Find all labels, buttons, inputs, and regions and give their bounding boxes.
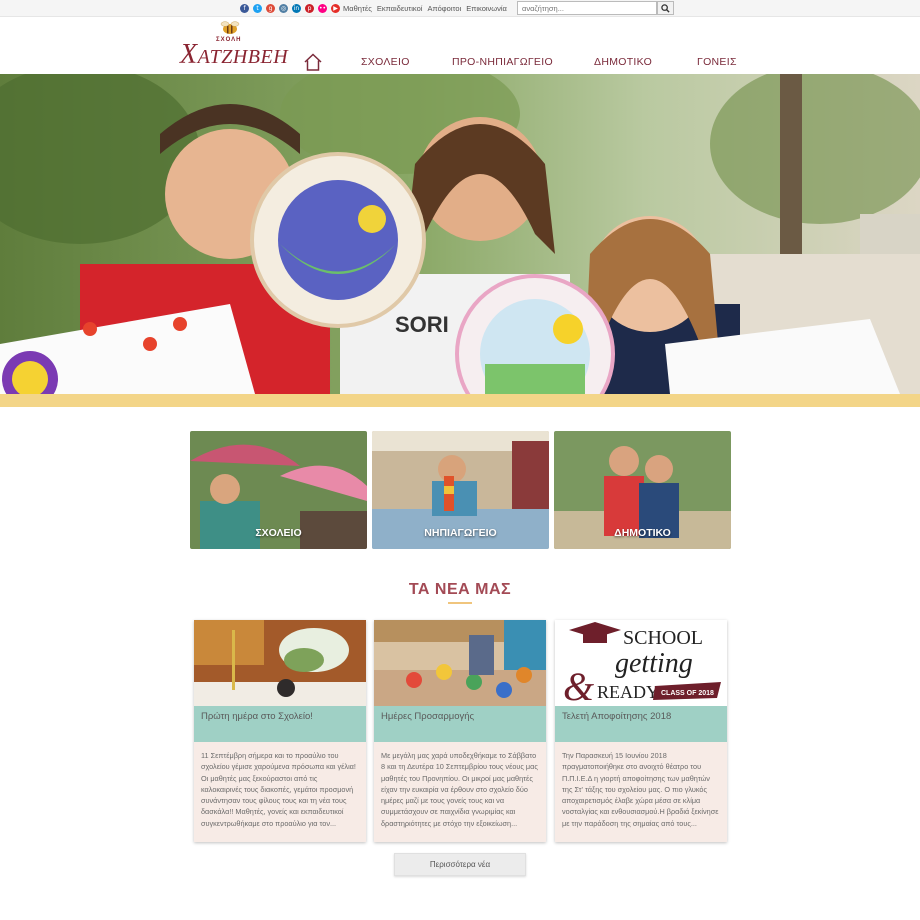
nav-primary[interactable]: ΔΗΜΟΤΙΚΟ [594, 56, 652, 68]
home-icon[interactable] [303, 53, 323, 71]
hero-image: SORI [0, 74, 920, 394]
top-link-alumni[interactable]: Απόφοιτοι [427, 4, 461, 13]
logo[interactable]: ΣΧΟΛΗ ΧΑΤΖΗΒΕΗ [180, 21, 288, 70]
instagram-icon[interactable]: ◎ [279, 4, 288, 13]
more-news-button[interactable]: Περισσότερα νέα [394, 853, 526, 876]
top-link-contact[interactable]: Επικοινωνία [466, 4, 507, 13]
news-card[interactable]: SCHOOL getting & READY CLASS OF 2018 Τελ… [555, 620, 727, 842]
logo-initial: Χ [180, 39, 198, 70]
news-title-underline [448, 602, 472, 604]
category-school-label: ΣΧΟΛΕΙΟ [255, 527, 302, 539]
category-kindergarten-label: ΝΗΠΙΑΓΩΓΕΙΟ [424, 527, 497, 539]
nav-pre-kindergarten[interactable]: ΠΡΟ-ΝΗΠΙΑΓΩΓΕΙΟ [452, 56, 553, 68]
logo-name: ΑΤΖΗΒΕΗ [197, 46, 289, 68]
twitter-icon[interactable]: t [253, 4, 262, 13]
graduation-graphic: SCHOOL getting & READY CLASS OF 2018 [563, 622, 721, 706]
category-school[interactable]: ΣΧΟΛΕΙΟ [190, 431, 367, 549]
graduation-ribbon: CLASS OF 2018 [661, 690, 714, 697]
top-link-students[interactable]: Μαθητές [343, 4, 372, 13]
category-kindergarten[interactable]: ΝΗΠΙΑΓΩΓΕΙΟ [372, 431, 549, 549]
social-icons: f t g ◎ in p •• ▶ [240, 4, 340, 13]
hero-stripe [0, 394, 920, 407]
graduation-amp: & [563, 664, 594, 706]
news-card-image: SCHOOL getting & READY CLASS OF 2018 [555, 620, 727, 706]
news-title: ΤΑ ΝΕΑ ΜΑΣ [408, 581, 512, 598]
nav-school[interactable]: ΣΧΟΛΕΙΟ [361, 56, 410, 68]
top-bar: f t g ◎ in p •• ▶ Μαθητές Εκπαιδευτικοί Απόφοιτ… [0, 0, 920, 17]
news-card-image [194, 620, 366, 706]
category-primary-label: ΔΗΜΟΤΙΚΟ [614, 527, 671, 539]
news-card-text: 11 Σεπτέμβρη σήμερα και το προαύλιο του … [194, 742, 366, 842]
graduation-line2: getting [615, 648, 693, 679]
news-card[interactable]: Πρώτη ημέρα στο Σχολείο! 11 Σεπτέμβρη σή… [194, 620, 366, 842]
nav-parents[interactable]: ΓΟΝΕΙΣ [697, 56, 737, 68]
news-card-title[interactable]: Τελετή Αποφοίτησης 2018 [555, 706, 727, 742]
news-card-text: Την Παρασκευή 15 Ιουνίου 2018 πραγματοπο… [555, 742, 727, 842]
search-button[interactable] [657, 1, 674, 15]
news-card-title[interactable]: Ημέρες Προσαρμογής [374, 706, 546, 742]
pinterest-icon[interactable]: p [305, 4, 314, 13]
youtube-icon[interactable]: ▶ [331, 4, 340, 13]
news-card[interactable]: Ημέρες Προσαρμογής Με μεγάλη μας χαρά υπ… [374, 620, 546, 842]
svg-text:SORI: SORI [395, 312, 449, 337]
top-links: Μαθητές Εκπαιδευτικοί Απόφοιτοι Επικοινω… [343, 4, 507, 13]
hero-photo: SORI [0, 74, 920, 394]
google-plus-icon[interactable]: g [266, 4, 275, 13]
news-card-text: Με μεγάλη μας χαρά υποδεχθήκαμε το Σάββα… [374, 742, 546, 842]
graduation-line3: READY [597, 682, 659, 702]
logo-text: ΧΑΤΖΗΒΕΗ [180, 39, 288, 71]
category-primary[interactable]: ΔΗΜΟΤΙΚΟ [554, 431, 731, 549]
top-link-teachers[interactable]: Εκπαιδευτικοί [377, 4, 423, 13]
bee-logo-icon [220, 21, 240, 34]
news-card-image [374, 620, 546, 706]
linkedin-icon[interactable]: in [292, 4, 301, 13]
header: ΣΧΟΛΗ ΧΑΤΖΗΒΕΗ ΣΧΟΛΕΙΟ ΠΡΟ-ΝΗΠΙΑΓΩΓΕΙΟ Δ… [0, 17, 920, 74]
search-input[interactable] [517, 1, 657, 15]
flickr-icon[interactable]: •• [318, 4, 327, 13]
news-card-title[interactable]: Πρώτη ημέρα στο Σχολείο! [194, 706, 366, 742]
graduation-line1: SCHOOL [623, 627, 703, 649]
facebook-icon[interactable]: f [240, 4, 249, 13]
search-icon [661, 3, 670, 13]
